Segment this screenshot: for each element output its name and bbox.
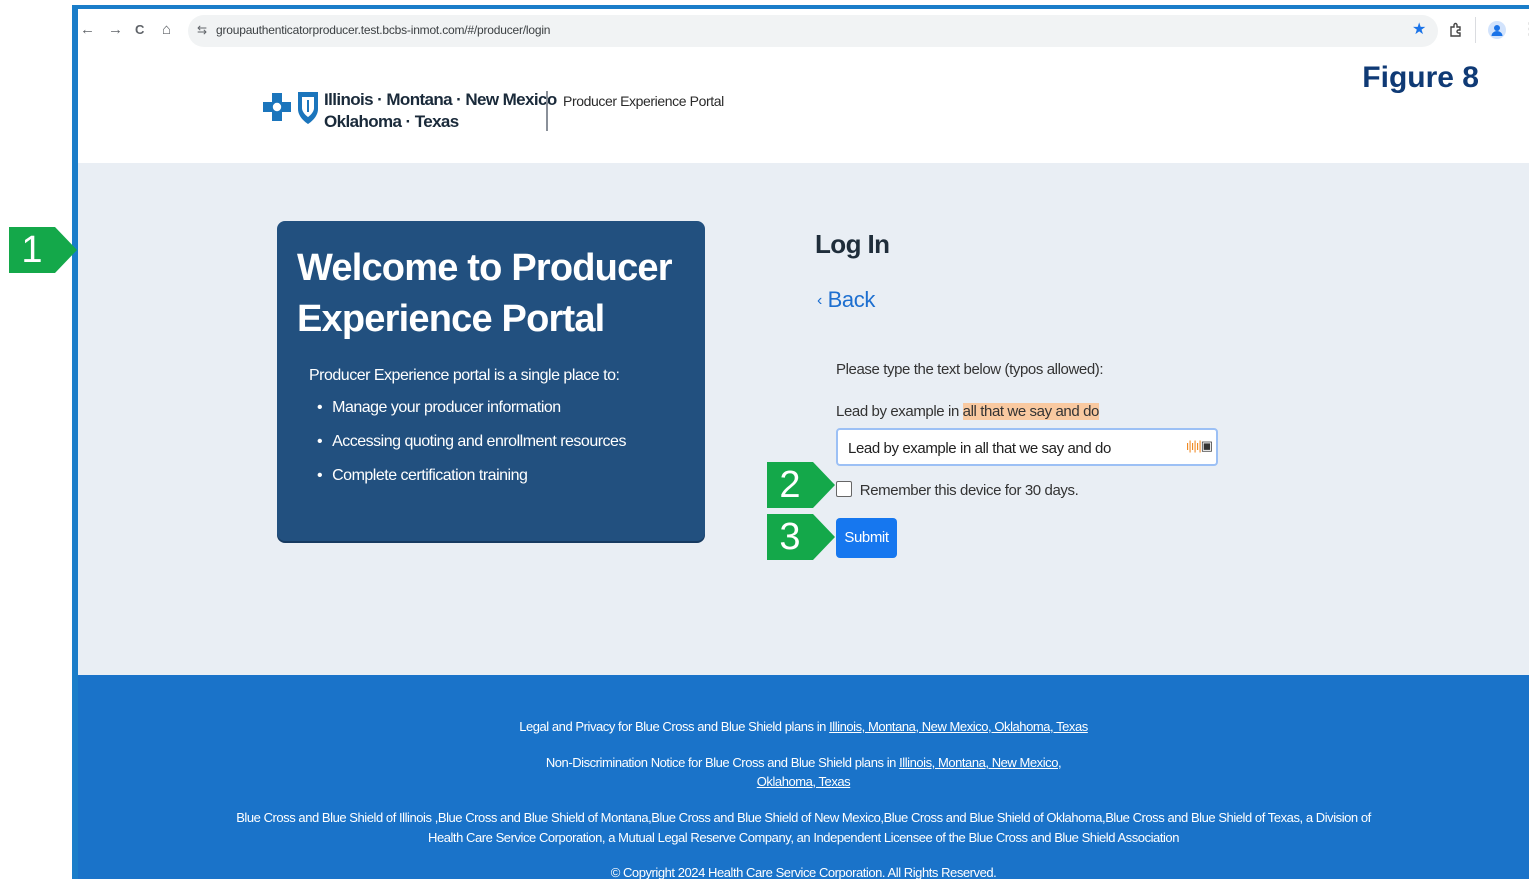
address-bar[interactable]: ⇆ groupauthenticatorproducer.test.bcbs-i… [188,15,1438,47]
browser-toolbar: ← → C ⌂ ⇆ groupauthenticatorproducer.tes… [78,9,1529,53]
remember-label[interactable]: Remember this device for 30 days. [860,482,1079,499]
callout-marker-2: 2 [767,462,835,508]
challenge-phrase: Lead by example in all that we say and d… [836,403,1099,420]
welcome-card: Welcome to Producer Experience Portal Pr… [277,221,705,541]
footer-disclaimer-2: Health Care Service Corporation, a Mutua… [428,830,1179,845]
footer-non-discrimination: Non-Discrimination Notice for Blue Cross… [78,753,1529,773]
phrase-prompt: Please type the text below (typos allowe… [836,361,1104,378]
home-icon[interactable]: ⌂ [162,21,171,39]
chevron-left-icon: ‹ [817,292,822,309]
remember-device[interactable]: Remember this device for 30 days. [836,481,1079,499]
footer-states-link[interactable]: Illinois, Montana, New Mexico, [899,755,1062,770]
welcome-intro: Producer Experience portal is a single p… [309,367,620,384]
screenshot-frame: ← → C ⌂ ⇆ groupauthenticatorproducer.tes… [72,5,1529,879]
extension-icon[interactable] [1448,22,1464,38]
welcome-feature-list: Manage your producer information Accessi… [309,399,626,501]
brand-line-2: Oklahoma · Texas [324,112,459,131]
footer-states-link[interactable]: Illinois, Montana, New Mexico, Oklahoma,… [829,719,1088,734]
star-icon[interactable]: ★ [1412,21,1426,39]
bcbs-logo-icon [263,92,318,124]
toolbar-divider [1475,17,1476,43]
footer-non-discrimination-cont: Oklahoma, Texas [78,772,1529,792]
brand-line-1: Illinois · Montana · New Mexico [324,90,557,109]
logo-divider [546,91,548,131]
url-text[interactable]: groupauthenticatorproducer.test.bcbs-inm… [216,23,550,37]
footer-text: Legal and Privacy for Blue Cross and Blu… [519,719,830,734]
site-settings-icon[interactable]: ⇆ [197,23,207,37]
back-link[interactable]: ‹ Back [817,287,875,313]
list-item: Complete certification training [309,467,626,501]
callout-marker-3: 3 [767,514,835,560]
list-item: Accessing quoting and enrollment resourc… [309,433,626,467]
footer-disclaimer-1: Blue Cross and Blue Shield of Illinois ,… [236,810,1371,825]
brand-name: Illinois · Montana · New Mexico Oklahoma… [324,89,557,133]
forward-arrow-icon[interactable]: → [108,21,123,39]
reload-icon[interactable]: C [135,21,144,39]
main-content: Welcome to Producer Experience Portal Pr… [78,163,1529,675]
site-header: Figure 8 Illinois · Montana · New Mexico… [78,53,1529,163]
figure-label: Figure 8 [1362,61,1479,94]
callout-marker-1: 1 [9,227,77,273]
submit-button[interactable]: Submit [836,518,897,558]
footer-legal-privacy: Legal and Privacy for Blue Cross and Blu… [78,717,1529,737]
phrase-highlight: all that we say and do [962,403,1099,420]
phrase-prefix: Lead by example in [836,403,963,420]
back-arrow-icon[interactable]: ← [80,21,95,39]
footer-copyright: © Copyright 2024 Health Care Service Cor… [610,865,997,879]
remember-checkbox[interactable] [836,481,852,497]
back-link-label[interactable]: Back [828,287,876,312]
typing-biometrics-icon: ı|ı|ı|▣ [1185,438,1213,453]
phrase-input-value[interactable]: Lead by example in all that we say and d… [848,440,1111,457]
menu-icon[interactable]: ⋮ [1522,21,1529,39]
portal-name: Producer Experience Portal [563,93,724,109]
list-item: Manage your producer information [309,399,626,433]
footer-text: Non-Discrimination Notice for Blue Cross… [545,755,900,770]
login-title: Log In [815,229,890,259]
footer-states-link[interactable]: Oklahoma, Texas [757,774,851,789]
phrase-input[interactable]: Lead by example in all that we say and d… [836,428,1218,466]
welcome-title: Welcome to Producer Experience Portal [297,247,673,340]
profile-icon[interactable] [1488,21,1506,39]
site-footer: Legal and Privacy for Blue Cross and Blu… [78,675,1529,879]
